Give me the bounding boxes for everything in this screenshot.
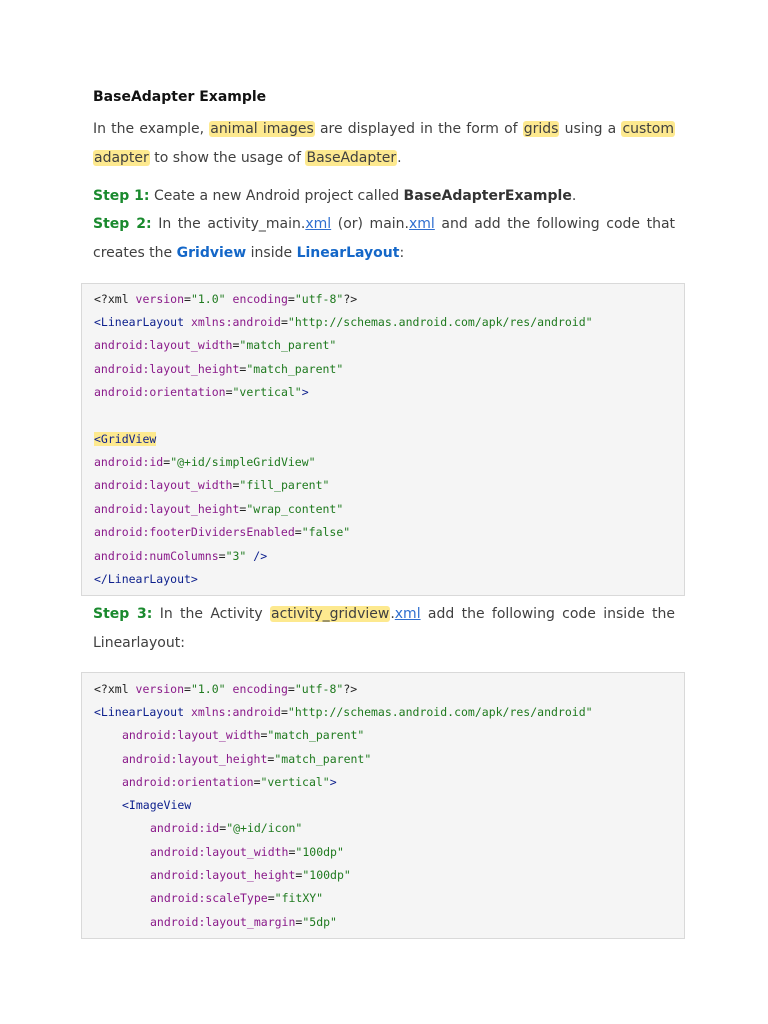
step-2-colon: : — [399, 245, 405, 261]
intro-text: are displayed in the form of — [319, 121, 518, 137]
step-3-paragraph: Step 3: In the Activity activity_gridvie… — [93, 600, 675, 658]
code-block-1: <?xml version="1.0" encoding="utf-8"?> <… — [81, 283, 685, 596]
xml-link[interactable]: xml — [395, 606, 421, 622]
code-line: android:orientation="vertical"> — [94, 385, 309, 399]
code-line: <LinearLayout xmlns:android="http://sche… — [94, 705, 593, 719]
code-line: <?xml version="1.0" encoding="utf-8"?> — [94, 682, 358, 696]
xml-link[interactable]: xml — [409, 216, 435, 232]
intro-text: . — [397, 150, 402, 166]
code-line: android:layout_height="100dp" — [150, 868, 351, 882]
intro-text: In the example, — [93, 121, 205, 137]
code-line: android:layout_width="match_parent" — [94, 338, 337, 352]
step-1-end: . — [571, 188, 577, 204]
step-1-label: Step 1: — [93, 188, 150, 204]
highlight-custom: custom — [621, 121, 675, 137]
highlight-activity-gridview: activity_gridview — [270, 606, 391, 622]
code-line: android:numColumns="3" /> — [94, 549, 268, 563]
code-line: <GridView — [94, 432, 157, 446]
code-line: android:orientation="vertical"> — [122, 775, 337, 789]
step-2-paragraph: Step 2: In the activity_main.xml (or) ma… — [93, 210, 675, 268]
code-line: android:layout_width="100dp" — [150, 845, 344, 859]
step-2-text: inside — [250, 245, 293, 261]
highlight-grids: grids — [522, 121, 560, 137]
code-block-2: <?xml version="1.0" encoding="utf-8"?> <… — [81, 672, 685, 939]
code-line: android:layout_margin="5dp" — [150, 915, 337, 929]
code-line: android:footerDividersEnabled="false" — [94, 525, 351, 539]
step-2-label: Step 2: — [93, 216, 152, 232]
highlight-baseadapter: BaseAdapter — [305, 150, 398, 166]
code-line: android:layout_width="fill_parent" — [94, 478, 330, 492]
step-2-text: (or) main. — [337, 216, 409, 232]
code-line: <LinearLayout xmlns:android="http://sche… — [94, 315, 593, 329]
step-1-paragraph: Step 1: Ceate a new Android project call… — [93, 182, 675, 211]
code-line: <?xml version="1.0" encoding="utf-8"?> — [94, 292, 358, 306]
project-name: BaseAdapterExample — [403, 188, 572, 204]
intro-text: to show the usage of — [154, 150, 302, 166]
code-line: android:layout_height="match_parent" — [94, 362, 344, 376]
linearlayout-term: LinearLayout — [296, 245, 400, 261]
step-3-label: Step 3: — [93, 606, 153, 622]
code-line: android:scaleType="fitXY" — [150, 891, 324, 905]
code-line: android:layout_width="match_parent" — [122, 728, 365, 742]
code-line: android:id="@+id/simpleGridView" — [94, 455, 316, 469]
intro-text: using a — [564, 121, 617, 137]
xml-link[interactable]: xml — [305, 216, 331, 232]
step-2-text: In the activity_main. — [158, 216, 306, 232]
highlight-animal-images: animal images — [209, 121, 315, 137]
code-line: android:layout_height="match_parent" — [122, 752, 372, 766]
code-line: android:layout_height="wrap_content" — [94, 502, 344, 516]
code-line: </LinearLayout> — [94, 572, 198, 586]
code-line: android:id="@+id/icon" — [150, 821, 303, 835]
document-heading: BaseAdapter Example — [93, 89, 267, 105]
step-1-text: Ceate a new Android project called — [153, 188, 400, 204]
step-3-text: In the Activity — [159, 606, 263, 622]
gridview-term: Gridview — [176, 245, 247, 261]
code-line: <ImageView — [122, 798, 192, 812]
highlight-adapter: adapter — [93, 150, 150, 166]
intro-paragraph: In the example, animal images are displa… — [93, 115, 675, 173]
